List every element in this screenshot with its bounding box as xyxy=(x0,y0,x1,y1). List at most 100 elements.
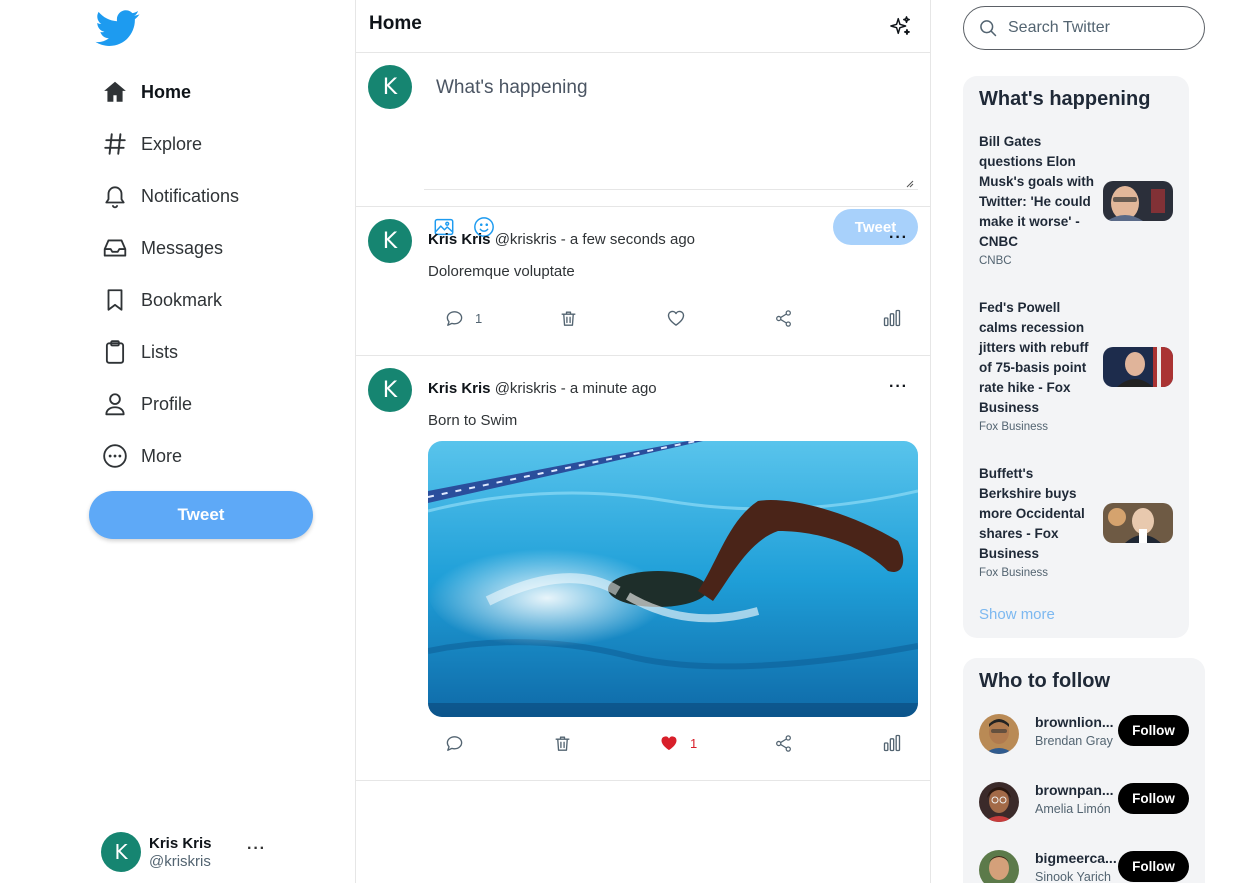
trend-headline: Buffett's Berkshire buys more Occidental… xyxy=(979,466,1085,561)
delete-button[interactable] xyxy=(553,732,572,754)
search-icon xyxy=(980,20,997,37)
tweet-button[interactable]: Tweet xyxy=(89,491,313,539)
trend-item[interactable]: Buffett's Berkshire buys more Occidental… xyxy=(979,464,1175,579)
avatar: K xyxy=(368,219,412,263)
post-image-swimmer[interactable] xyxy=(428,441,918,717)
follow-suggestion[interactable]: brownlion... Brendan Gray Follow xyxy=(979,714,1193,758)
trend-thumbnail xyxy=(1103,347,1173,387)
tweet-composer: K Tweet xyxy=(356,53,930,245)
post-author-name[interactable]: Kris Kris xyxy=(428,380,491,397)
post-meta: @kriskris - a few seconds ago xyxy=(494,231,695,248)
trend-thumbnail xyxy=(1103,181,1173,221)
account-handle: @kriskris xyxy=(149,852,211,870)
post-header: Kris Kris @kriskris - a minute ago xyxy=(428,380,657,397)
trends-panel: What's happening Bill Gates questions El… xyxy=(963,76,1189,638)
nav-item-messages[interactable]: Messages xyxy=(100,222,239,274)
delete-button[interactable] xyxy=(559,307,578,329)
nav-label: Notifications xyxy=(141,185,240,206)
trend-item[interactable]: Bill Gates questions Elon Musk's goals w… xyxy=(979,132,1175,267)
follow-username: brownlion... xyxy=(1035,714,1114,730)
trash-icon xyxy=(561,310,576,326)
clipboard-icon xyxy=(100,337,130,367)
follow-suggestion[interactable]: bigmeerca... Sinook Yarich Follow xyxy=(979,850,1193,883)
tweet-post[interactable]: K Kris Kris @kriskris - a few seconds ag… xyxy=(356,207,930,356)
account-name: Kris Kris xyxy=(149,834,212,852)
trend-source: CNBC xyxy=(979,255,1012,267)
nav-label: Explore xyxy=(141,133,203,154)
follow-button[interactable]: Follow xyxy=(1118,851,1189,882)
follow-button[interactable]: Follow xyxy=(1118,783,1189,814)
left-sidebar: Home Explore Notifications Messages Book… xyxy=(0,0,355,883)
nav-item-notifications[interactable]: Notifications xyxy=(100,170,239,222)
avatar: K xyxy=(368,65,412,109)
page-title: Home xyxy=(369,13,422,34)
trend-headline: Fed's Powell calms recession jitters wit… xyxy=(979,300,1089,415)
sparkle-icon[interactable] xyxy=(890,15,912,37)
nav-label: Bookmark xyxy=(141,289,223,310)
avatar xyxy=(979,850,1019,883)
compose-textarea[interactable] xyxy=(424,63,918,190)
post-author-name[interactable]: Kris Kris xyxy=(428,231,491,248)
resize-handle-icon[interactable] xyxy=(904,178,914,188)
trend-source: Fox Business xyxy=(979,421,1049,433)
avatar xyxy=(979,714,1019,754)
post-actions: 1 xyxy=(428,307,918,331)
post-header: Kris Kris @kriskris - a few seconds ago xyxy=(428,231,695,248)
share-icon xyxy=(776,309,791,327)
follow-username: bigmeerca... xyxy=(1035,850,1117,866)
analytics-icon xyxy=(883,734,901,752)
analytics-button[interactable] xyxy=(882,732,902,754)
main-nav: Home Explore Notifications Messages Book… xyxy=(100,66,239,482)
heart-icon xyxy=(667,310,685,326)
nav-item-bookmark[interactable]: Bookmark xyxy=(100,274,239,326)
nav-item-more[interactable]: More xyxy=(100,430,239,482)
post-text: Born to Swim xyxy=(428,412,518,429)
trend-thumbnail xyxy=(1103,503,1173,543)
twitter-bird-icon[interactable] xyxy=(92,6,144,50)
post-meta: @kriskris - a minute ago xyxy=(494,380,657,397)
analytics-button[interactable] xyxy=(882,307,902,329)
reply-button[interactable] xyxy=(445,732,475,754)
show-more-link[interactable]: Show more xyxy=(979,606,1055,623)
main-timeline: Home K Tweet K Kris Kris @krisk xyxy=(355,0,931,883)
comment-icon xyxy=(446,735,463,751)
more-options-icon[interactable]: ··· xyxy=(889,229,908,247)
nav-label: Messages xyxy=(141,237,224,258)
share-button[interactable] xyxy=(774,732,793,754)
trash-icon xyxy=(555,735,570,751)
nav-item-home[interactable]: Home xyxy=(100,66,239,118)
follow-button[interactable]: Follow xyxy=(1118,715,1189,746)
post-text: Doloremque voluptate xyxy=(428,263,575,280)
like-button[interactable] xyxy=(666,307,686,329)
more-options-icon[interactable]: ··· xyxy=(247,840,266,858)
reply-button[interactable]: 1 xyxy=(445,307,482,329)
nav-item-lists[interactable]: Lists xyxy=(100,326,239,378)
like-count: 1 xyxy=(690,735,698,751)
search-input[interactable] xyxy=(1008,19,1198,37)
account-switcher[interactable]: K Kris Kris @kriskris ··· xyxy=(101,832,271,872)
timeline-header: Home xyxy=(356,0,930,53)
heart-filled-icon xyxy=(661,736,677,751)
trend-item[interactable]: Fed's Powell calms recession jitters wit… xyxy=(979,298,1175,433)
reply-count: 1 xyxy=(475,310,483,326)
nav-label: Profile xyxy=(141,393,193,414)
hashtag-icon xyxy=(100,129,130,159)
tweet-post[interactable]: K Kris Kris @kriskris - a minute ago ···… xyxy=(356,356,930,781)
nav-item-profile[interactable]: Profile xyxy=(100,378,239,430)
inbox-icon xyxy=(100,233,130,263)
nav-item-explore[interactable]: Explore xyxy=(100,118,239,170)
analytics-icon xyxy=(883,309,901,327)
search-box[interactable] xyxy=(963,6,1205,50)
nav-label: Home xyxy=(141,81,192,102)
share-button[interactable] xyxy=(774,307,793,329)
avatar: K xyxy=(368,368,412,412)
trend-source: Fox Business xyxy=(979,567,1049,579)
like-button[interactable]: 1 xyxy=(659,732,697,754)
follow-suggestion[interactable]: brownpan... Amelia Limón Follow xyxy=(979,782,1193,826)
follow-display-name: Brendan Gray xyxy=(1035,734,1113,748)
home-icon xyxy=(100,77,130,107)
right-sidebar: What's happening Bill Gates questions El… xyxy=(945,0,1255,883)
nav-label: More xyxy=(141,445,183,466)
share-icon xyxy=(776,734,791,752)
more-options-icon[interactable]: ··· xyxy=(889,378,908,396)
